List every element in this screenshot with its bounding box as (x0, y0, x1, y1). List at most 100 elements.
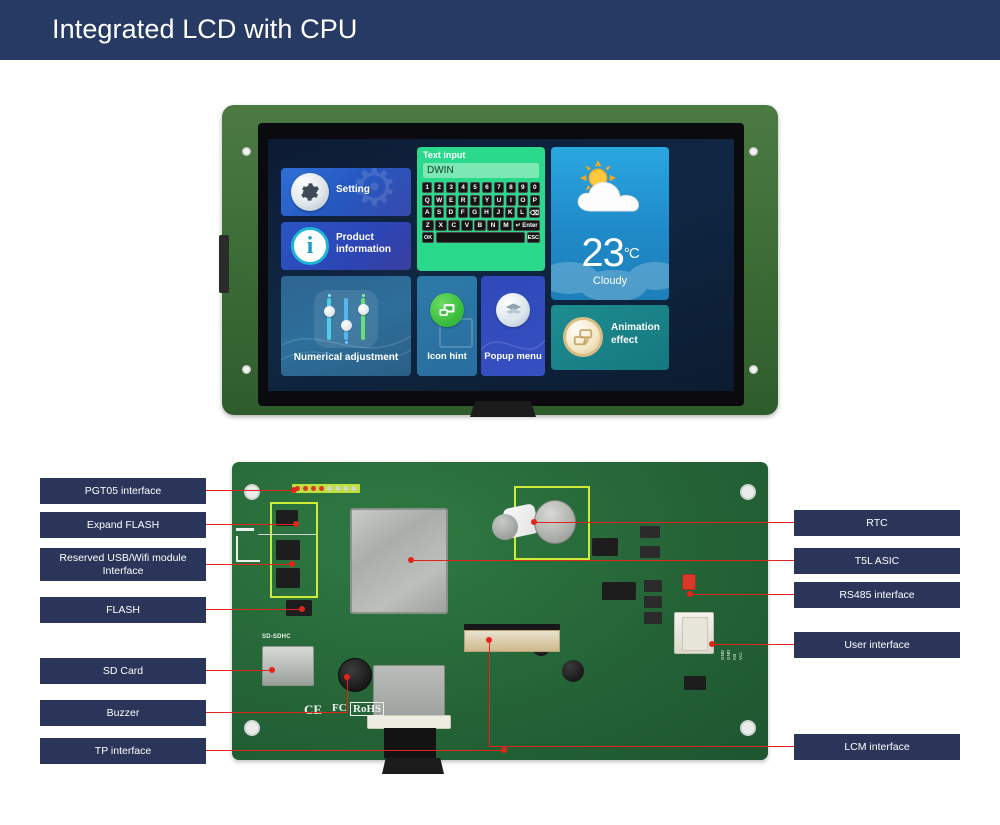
layers-icon (496, 293, 530, 327)
key-t[interactable]: T (469, 194, 481, 206)
key-c[interactable]: C (448, 219, 460, 231)
buzzer-component (338, 658, 372, 692)
lead-dot-tp-interface (501, 747, 507, 753)
key-q[interactable]: Q (422, 194, 433, 206)
tile-product-label-line1: Product (336, 232, 374, 243)
key-d[interactable]: D (445, 207, 457, 218)
key-0[interactable]: 0 (529, 182, 541, 193)
tile-setting[interactable]: ⚙ Setting (281, 168, 411, 216)
key-x[interactable]: X (435, 219, 447, 231)
virtual-keyboard[interactable]: 1 2 3 4 5 6 7 8 9 0 Q W E R T Y U I O P … (422, 182, 541, 245)
callout-tp-interface[interactable]: TP interface (40, 738, 206, 764)
tile-product-label-line2: information (336, 243, 391, 255)
callout-reserved-usb-wifi[interactable]: Reserved USB/Wifi module Interface (40, 548, 206, 581)
tile-icon-hint-label: Icon hint (427, 351, 467, 362)
callout-flash[interactable]: FLASH (40, 597, 206, 623)
key-r[interactable]: R (457, 194, 469, 206)
key-esc[interactable]: ESC (526, 232, 540, 243)
lead-dot-user-interface (709, 641, 715, 647)
callout-pgt05-interface[interactable]: PGT05 interface (40, 478, 206, 504)
key-backspace[interactable]: ⌫ (528, 207, 540, 218)
pcb-mount-hole-bottom-left (244, 720, 260, 736)
callout-rs485-interface[interactable]: RS485 interface (794, 582, 960, 608)
key-4[interactable]: 4 (457, 182, 469, 193)
tile-text-input-keyboard[interactable]: Text input DWIN 1 2 3 4 5 6 7 8 9 0 Q W … (417, 147, 545, 271)
key-b[interactable]: B (474, 219, 486, 231)
lead-dot-t5l-asic (408, 557, 414, 563)
ic-chip-right-2 (602, 582, 636, 600)
key-space[interactable] (435, 232, 526, 243)
key-9[interactable]: 9 (517, 182, 529, 193)
sliders-icon (314, 290, 378, 348)
key-enter[interactable]: ↵ Enter (513, 219, 540, 231)
tile-weather[interactable]: 23°C Cloudy (551, 147, 669, 300)
key-2[interactable]: 2 (433, 182, 445, 193)
key-p[interactable]: P (529, 194, 541, 206)
lead-tp-interface (206, 750, 504, 752)
key-8[interactable]: 8 (505, 182, 517, 193)
callout-rtc[interactable]: RTC (794, 510, 960, 536)
page-title: Integrated LCD with CPU (52, 14, 358, 44)
key-i[interactable]: I (505, 194, 517, 206)
key-z[interactable]: Z (422, 219, 434, 231)
tile-icon-hint[interactable]: Icon hint (417, 276, 477, 376)
key-3[interactable]: 3 (445, 182, 457, 193)
tile-product-information[interactable]: i Product information (281, 222, 411, 270)
inductor-1 (492, 514, 518, 540)
tile-product-label: Product information (336, 232, 391, 255)
tile-animation-effect[interactable]: Animation effect (551, 305, 669, 370)
lcd-bezel: ⚙ Setting i Product information Numerica… (258, 123, 744, 406)
usb-wifi-pin-pads (318, 520, 332, 560)
pcb-mount-hole-top-left (244, 484, 260, 500)
key-g[interactable]: G (469, 207, 480, 218)
mosfet-4 (644, 596, 662, 608)
key-l[interactable]: L (516, 207, 528, 218)
key-e[interactable]: E (445, 194, 457, 206)
lead-buzzer (206, 712, 348, 714)
key-m[interactable]: M (500, 219, 512, 231)
tp-interface-connector[interactable] (367, 715, 451, 729)
tile-popup-menu[interactable]: Popup menu (481, 276, 545, 376)
pcb-mount-hole-bottom-right (740, 720, 756, 736)
key-1[interactable]: 1 (422, 182, 433, 193)
tile-numerical-adjustment[interactable]: Numerical adjustment (281, 276, 411, 376)
window-icon (430, 293, 464, 327)
key-o[interactable]: O (517, 194, 529, 206)
text-input-field[interactable]: DWIN (423, 163, 539, 178)
lead-dot-rtc (531, 519, 537, 525)
usb-wifi-pointer-line (258, 534, 316, 535)
callout-buzzer[interactable]: Buzzer (40, 700, 206, 726)
lead-rs485 (690, 594, 794, 596)
key-v[interactable]: V (461, 219, 473, 231)
key-k[interactable]: K (505, 207, 516, 218)
key-y[interactable]: Y (481, 194, 493, 206)
weather-description: Cloudy (592, 275, 628, 287)
key-s[interactable]: S (433, 207, 445, 218)
lcd-mount-hole-bottom-right (749, 365, 758, 374)
ce-mark: CE (304, 702, 323, 717)
sd-card-silk-label: SD-SDHC (262, 634, 291, 640)
key-h[interactable]: H (481, 207, 492, 218)
callout-user-interface[interactable]: User interface (794, 632, 960, 658)
sd-card-slot[interactable] (262, 646, 314, 686)
key-w[interactable]: W (433, 194, 445, 206)
callout-expand-flash[interactable]: Expand FLASH (40, 512, 206, 538)
key-j[interactable]: J (493, 207, 504, 218)
key-6[interactable]: 6 (481, 182, 493, 193)
key-a[interactable]: A (422, 207, 433, 218)
key-7[interactable]: 7 (493, 182, 505, 193)
key-u[interactable]: U (493, 194, 505, 206)
reserved-usb-wifi-footprint (236, 536, 260, 562)
rohs-mark: RoHS (350, 702, 385, 716)
tile-animation-label: Animation effect (611, 322, 660, 347)
key-ok[interactable]: OK (422, 232, 435, 243)
callout-t5l-asic[interactable]: T5L ASIC (794, 548, 960, 574)
key-5[interactable]: 5 (469, 182, 481, 193)
lcd-bottom-connector-tab (470, 401, 536, 417)
key-f[interactable]: F (457, 207, 468, 218)
callout-sd-card[interactable]: SD Card (40, 658, 206, 684)
weather-unit: °C (623, 245, 640, 262)
lcm-fpc-connector (464, 630, 560, 652)
callout-lcm-interface[interactable]: LCM interface (794, 734, 960, 760)
key-n[interactable]: N (487, 219, 499, 231)
